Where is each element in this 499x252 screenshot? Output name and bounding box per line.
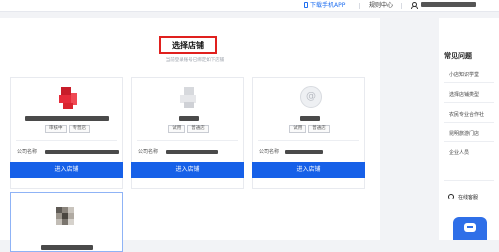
store-name-redacted <box>25 116 109 121</box>
page-subtitle: 当前登录账号已绑定如下店铺 <box>165 58 225 63</box>
online-service-link[interactable]: 在线客服 <box>448 194 478 201</box>
divider <box>359 3 360 9</box>
company-name-redacted <box>285 150 323 154</box>
help-center-link[interactable]: 规则中心 <box>369 1 393 10</box>
title-highlight-box: 选择店铺 <box>159 36 217 54</box>
store-tags: 试用 普通店 <box>253 125 366 133</box>
page-title: 选择店铺 <box>172 41 204 50</box>
company-label: 公司名称 <box>259 149 280 155</box>
company-label: 公司名称 <box>17 149 38 155</box>
faq-item[interactable]: 小店知识学堂 <box>449 71 479 78</box>
faq-title: 常见问题 <box>444 52 472 60</box>
headset-icon <box>448 194 454 200</box>
divider <box>16 140 117 141</box>
store-card[interactable] <box>10 192 123 252</box>
user-icon <box>411 2 418 9</box>
store-name-redacted <box>300 116 320 121</box>
enter-store-button[interactable]: 进入店铺 <box>131 162 244 178</box>
store-name-redacted <box>179 116 199 121</box>
store-name-redacted <box>41 245 93 250</box>
divider <box>137 140 238 141</box>
faq-item[interactable]: 昆明旅游门店 <box>449 130 479 137</box>
store-logo <box>56 207 78 229</box>
divider <box>444 141 494 142</box>
store-tags: 审核中 专营店 <box>11 125 124 133</box>
store-logo <box>180 87 200 109</box>
enter-store-button[interactable]: 进入店铺 <box>252 162 365 178</box>
top-bar: 下载手机APP 规则中心 <box>0 0 499 12</box>
store-tags: 试用 普通店 <box>132 125 245 133</box>
store-type-badge: 普通店 <box>187 125 209 133</box>
enter-store-button[interactable]: 进入店铺 <box>10 162 123 178</box>
chat-icon <box>464 223 476 232</box>
store-card[interactable]: 审核中 专营店 公司名称 进入店铺 <box>10 77 123 189</box>
divider <box>401 3 402 9</box>
store-logo: @ <box>300 86 322 108</box>
main-panel: 选择店铺 当前登录账号已绑定如下店铺 审核中 专营店 公司名称 进入店铺 试用 普通… <box>0 18 380 252</box>
divider <box>444 102 494 103</box>
download-app-label: 下载手机APP <box>310 2 346 9</box>
default-logo-icon: @ <box>306 91 316 102</box>
online-service-label: 在线客服 <box>458 195 479 201</box>
faq-item[interactable]: 选择店铺类型 <box>449 91 479 98</box>
status-badge: 审核中 <box>45 125 67 133</box>
store-card[interactable]: 试用 普通店 公司名称 进入店铺 <box>131 77 244 189</box>
divider <box>444 180 494 181</box>
divider <box>258 140 359 141</box>
chat-fab-button[interactable] <box>453 217 487 240</box>
store-card[interactable]: @ 试用 普通店 公司名称 进入店铺 <box>252 77 365 189</box>
faq-item[interactable]: 农民专业合作社 <box>449 111 484 118</box>
user-menu[interactable] <box>411 1 476 10</box>
company-name-redacted <box>166 150 218 154</box>
store-type-badge: 普通店 <box>308 125 330 133</box>
company-label: 公司名称 <box>138 149 159 155</box>
company-name-redacted <box>45 150 119 154</box>
username-redacted <box>421 2 476 7</box>
store-type-badge: 专营店 <box>68 125 90 133</box>
status-badge: 试用 <box>289 125 307 133</box>
download-app-link[interactable]: 下载手机APP <box>304 1 345 10</box>
status-badge: 试用 <box>168 125 186 133</box>
faq-sidebar: 常见问题 小店知识学堂 选择店铺类型 农民专业合作社 昆明旅游门店 企业人员 在… <box>439 18 499 240</box>
phone-icon <box>304 2 308 8</box>
divider <box>444 82 494 83</box>
faq-item[interactable]: 企业人员 <box>449 149 469 156</box>
store-logo <box>59 87 79 109</box>
divider <box>444 122 494 123</box>
